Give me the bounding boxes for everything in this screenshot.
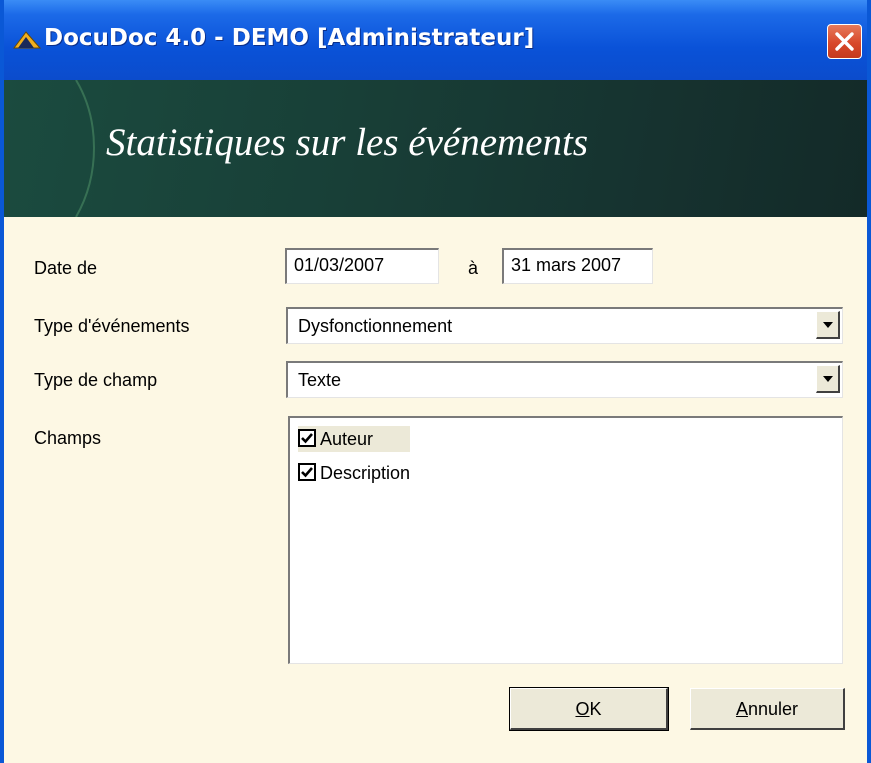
date-to-input[interactable]: 31 mars 2007	[502, 248, 653, 284]
cancel-label: nnuler	[747, 699, 799, 719]
ok-label: K	[589, 699, 602, 719]
list-item[interactable]: Description	[298, 460, 452, 486]
date-from-input[interactable]: 01/03/2007	[285, 248, 439, 284]
event-type-value: Dysfonctionnement	[298, 316, 453, 336]
field-type-dropdown-button[interactable]	[816, 365, 840, 393]
event-type-select[interactable]: Dysfonctionnement	[286, 307, 843, 344]
docudoc-logo-icon	[12, 28, 42, 50]
title-bar[interactable]: DocuDoc 4.0 - DEMO [Administrateur]	[4, 0, 867, 80]
ok-mnemonic: O	[575, 699, 590, 719]
date-label: Date de	[34, 258, 98, 278]
chevron-down-icon	[823, 376, 833, 382]
list-item-label: Description	[320, 463, 411, 483]
date-separator: à	[468, 258, 479, 278]
cancel-mnemonic: A	[735, 699, 748, 719]
dialog-window: DocuDoc 4.0 - DEMO [Administrateur] Stat…	[0, 0, 871, 763]
header-banner: Statistiques sur les événements	[4, 80, 867, 217]
checkbox-checked[interactable]	[298, 463, 316, 481]
event-type-label: Type d'événements	[34, 316, 190, 336]
ok-button[interactable]: OK	[509, 687, 669, 731]
cancel-button[interactable]: Annuler	[690, 688, 845, 730]
field-type-select[interactable]: Texte	[286, 361, 843, 398]
field-type-label: Type de champ	[34, 370, 158, 390]
checkmark-icon	[301, 467, 313, 478]
fields-listbox[interactable]: Auteur Description	[288, 416, 843, 664]
window-title: DocuDoc 4.0 - DEMO [Administrateur]	[44, 25, 535, 51]
checkmark-icon	[301, 433, 313, 444]
event-type-dropdown-button[interactable]	[816, 311, 840, 339]
field-type-value: Texte	[298, 370, 342, 390]
fields-label: Champs	[34, 428, 102, 448]
list-item[interactable]: Auteur	[298, 426, 410, 452]
list-item-label: Auteur	[320, 429, 374, 449]
close-button[interactable]	[827, 24, 862, 59]
checkbox-checked[interactable]	[298, 429, 316, 447]
chevron-down-icon	[823, 322, 833, 328]
close-icon	[835, 32, 854, 51]
banner-title: Statistiques sur les événements	[106, 121, 588, 164]
